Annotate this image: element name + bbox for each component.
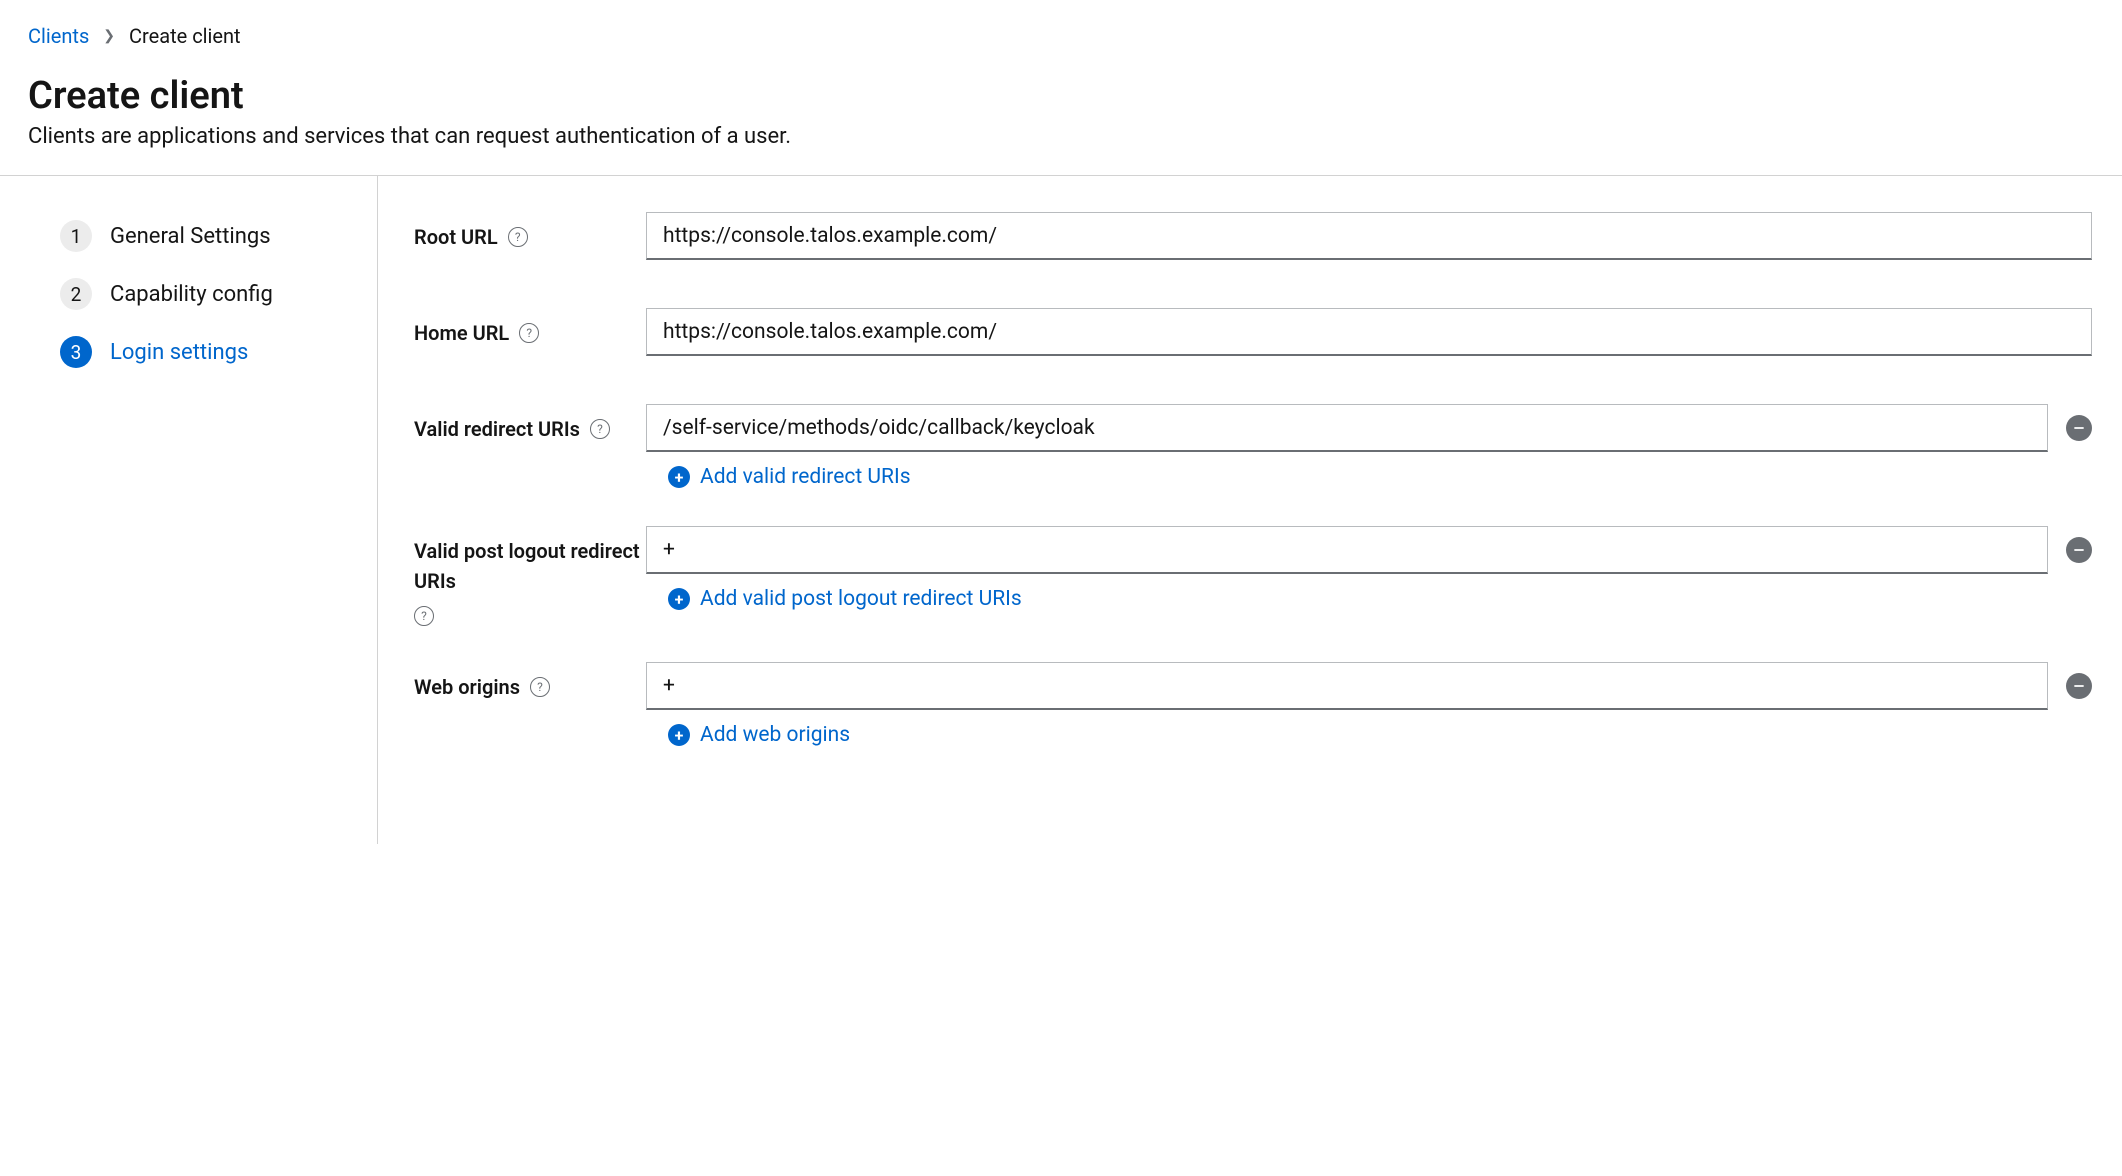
step-label: Login settings: [110, 340, 248, 365]
form-panel: Root URL ? Home URL ?: [378, 176, 2122, 844]
field-label: Root URL ?: [414, 212, 646, 252]
wizard-step-capability-config[interactable]: 2 Capability config: [60, 278, 349, 310]
breadcrumb-current: Create client: [129, 24, 241, 48]
field-row-home-url: Home URL ?: [414, 308, 2092, 368]
add-redirect-uri-button[interactable]: + Add valid redirect URIs: [646, 464, 917, 490]
label-text: Home URL: [414, 318, 509, 348]
remove-web-origin-button[interactable]: [2066, 673, 2092, 699]
step-label: Capability config: [110, 282, 273, 307]
page-title: Create client: [28, 74, 2094, 118]
field-label: Valid redirect URIs ?: [414, 404, 646, 444]
help-icon[interactable]: ?: [530, 677, 550, 697]
help-icon[interactable]: ?: [519, 323, 539, 343]
page-subtitle: Clients are applications and services th…: [28, 124, 2094, 149]
minus-icon: [2072, 421, 2086, 435]
web-origin-input[interactable]: [646, 662, 2048, 710]
step-number-badge: 1: [60, 220, 92, 252]
step-number-badge: 2: [60, 278, 92, 310]
minus-icon: [2072, 543, 2086, 557]
remove-redirect-uri-button[interactable]: [2066, 415, 2092, 441]
home-url-input[interactable]: [646, 308, 2092, 356]
add-web-origin-button[interactable]: + Add web origins: [646, 722, 856, 748]
root-url-input[interactable]: [646, 212, 2092, 260]
help-icon[interactable]: ?: [590, 419, 610, 439]
wizard-step-login-settings[interactable]: 3 Login settings: [60, 336, 349, 368]
wizard-step-general-settings[interactable]: 1 General Settings: [60, 220, 349, 252]
add-button-label: Add web origins: [700, 723, 850, 747]
help-icon[interactable]: ?: [508, 227, 528, 247]
label-text: Web origins: [414, 672, 520, 702]
field-row-redirect-uris: Valid redirect URIs ? + Add valid redire…: [414, 404, 2092, 490]
breadcrumb-link-clients[interactable]: Clients: [28, 24, 89, 48]
minus-icon: [2072, 679, 2086, 693]
label-text: Root URL: [414, 222, 498, 252]
add-button-label: Add valid post logout redirect URIs: [700, 587, 1022, 611]
field-label: Web origins ?: [414, 662, 646, 702]
add-post-logout-uri-button[interactable]: + Add valid post logout redirect URIs: [646, 586, 1028, 612]
remove-post-logout-uri-button[interactable]: [2066, 537, 2092, 563]
label-text: Valid post logout redirect URIs: [414, 536, 646, 596]
plus-icon: +: [668, 588, 690, 610]
post-logout-uri-input[interactable]: [646, 526, 2048, 574]
wizard-steps: 1 General Settings 2 Capability config 3…: [0, 176, 378, 844]
field-label: Valid post logout redirect URIs ?: [414, 526, 646, 626]
redirect-uri-input[interactable]: [646, 404, 2048, 452]
plus-icon: +: [668, 724, 690, 746]
plus-icon: +: [668, 466, 690, 488]
help-icon[interactable]: ?: [414, 606, 434, 626]
field-label: Home URL ?: [414, 308, 646, 348]
field-row-root-url: Root URL ?: [414, 212, 2092, 272]
field-row-web-origins: Web origins ? + Add web origins: [414, 662, 2092, 748]
breadcrumb: Clients ❯ Create client: [0, 24, 2122, 74]
step-number-badge: 3: [60, 336, 92, 368]
page-header: Create client Clients are applications a…: [0, 74, 2122, 175]
step-label: General Settings: [110, 224, 271, 249]
field-row-post-logout-uris: Valid post logout redirect URIs ? + Add …: [414, 526, 2092, 626]
add-button-label: Add valid redirect URIs: [700, 465, 911, 489]
chevron-right-icon: ❯: [103, 28, 115, 44]
label-text: Valid redirect URIs: [414, 414, 580, 444]
